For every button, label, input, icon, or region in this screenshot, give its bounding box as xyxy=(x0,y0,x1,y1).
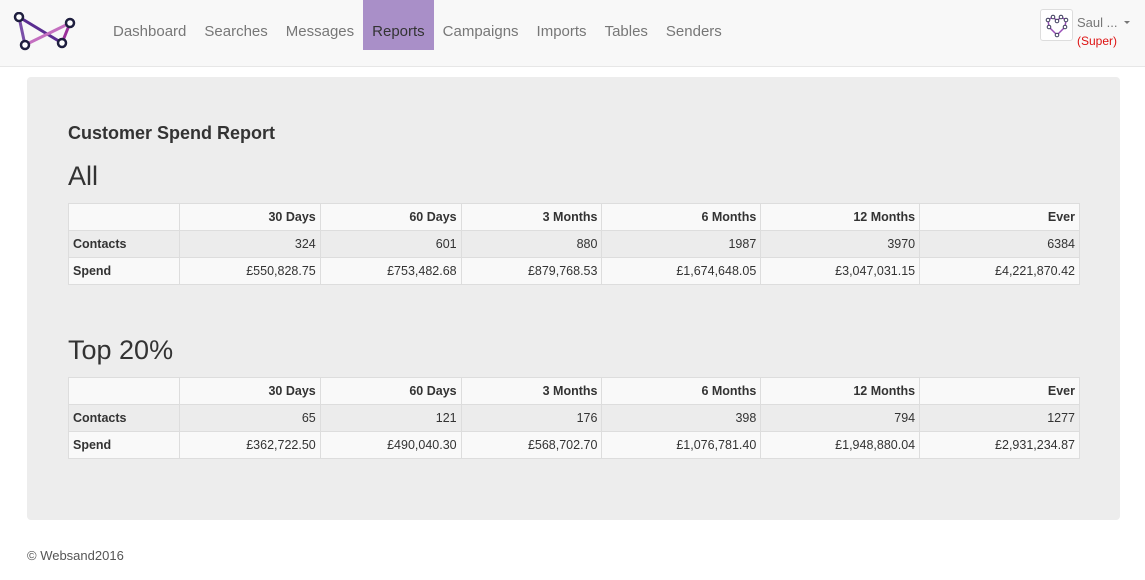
row-label: Spend xyxy=(68,257,180,285)
row-label: Contacts xyxy=(68,404,180,432)
section-title-top-20: Top 20% xyxy=(68,335,174,365)
table-cell: £568,702.70 xyxy=(460,431,603,459)
table-cell: 121 xyxy=(319,404,462,432)
table-cell: 601 xyxy=(319,230,462,258)
user-role: (Super) xyxy=(1077,34,1118,48)
column-header: 30 Days xyxy=(178,377,321,405)
column-header: 60 Days xyxy=(319,203,462,231)
column-header: Ever xyxy=(919,377,1080,405)
caret-down-icon[interactable] xyxy=(1124,21,1130,24)
column-header: 30 Days xyxy=(178,203,321,231)
table-cell: £879,768.53 xyxy=(460,257,603,285)
table-cell: 324 xyxy=(178,230,321,258)
report-table-all: 30 Days 60 Days 3 Months 6 Months 12 Mon… xyxy=(68,203,1080,285)
navbar: Dashboard Searches Messages Reports Camp… xyxy=(0,0,1145,67)
page-title: Customer Spend Report xyxy=(68,123,276,143)
column-header xyxy=(68,203,180,231)
table-cell: 6384 xyxy=(919,230,1080,258)
footer-copyright: © Websand2016 xyxy=(27,548,124,563)
table-cell: 1987 xyxy=(601,230,762,258)
table-cell: £4,221,870.42 xyxy=(919,257,1080,285)
table-row: Spend £362,722.50 £490,040.30 £568,702.7… xyxy=(68,431,1080,459)
brand-logo[interactable] xyxy=(12,11,78,52)
table-cell: £1,674,648.05 xyxy=(601,257,762,285)
table-cell: 65 xyxy=(178,404,321,432)
column-header xyxy=(68,377,180,405)
table-cell: £362,722.50 xyxy=(178,431,321,459)
column-header: 12 Months xyxy=(760,377,921,405)
table-header-row: 30 Days 60 Days 3 Months 6 Months 12 Mon… xyxy=(68,377,1080,405)
nav-tables[interactable]: Tables xyxy=(596,0,657,50)
report-table-top-20: 30 Days 60 Days 3 Months 6 Months 12 Mon… xyxy=(68,377,1080,459)
user-name[interactable]: Saul ... xyxy=(1077,15,1117,30)
row-label: Spend xyxy=(68,431,180,459)
table-cell: 3970 xyxy=(760,230,921,258)
table-header-row: 30 Days 60 Days 3 Months 6 Months 12 Mon… xyxy=(68,203,1080,231)
report-panel: Customer Spend Report All 30 Days 60 Day… xyxy=(27,77,1120,520)
logo-icon xyxy=(13,11,76,51)
nav-dashboard[interactable]: Dashboard xyxy=(104,0,195,50)
main-nav: Dashboard Searches Messages Reports Camp… xyxy=(104,0,731,50)
section-title-all: All xyxy=(68,161,99,191)
table-cell: £3,047,031.15 xyxy=(760,257,921,285)
table-row: Contacts 324 601 880 1987 3970 6384 xyxy=(68,230,1080,258)
table-cell: £490,040.30 xyxy=(319,431,462,459)
table-cell: £550,828.75 xyxy=(178,257,321,285)
nav-campaigns[interactable]: Campaigns xyxy=(434,0,528,50)
nav-reports[interactable]: Reports xyxy=(363,0,434,50)
table-cell: 176 xyxy=(460,404,603,432)
row-label: Contacts xyxy=(68,230,180,258)
column-header: 60 Days xyxy=(319,377,462,405)
avatar[interactable] xyxy=(1040,9,1073,41)
table-row: Contacts 65 121 176 398 794 1277 xyxy=(68,404,1080,432)
table-row: Spend £550,828.75 £753,482.68 £879,768.5… xyxy=(68,257,1080,285)
table-cell: £1,948,880.04 xyxy=(760,431,921,459)
column-header: 6 Months xyxy=(601,203,762,231)
table-cell: 794 xyxy=(760,404,921,432)
table-cell: £2,931,234.87 xyxy=(919,431,1080,459)
table-cell: £753,482.68 xyxy=(319,257,462,285)
heart-network-icon xyxy=(1045,14,1069,38)
column-header: 12 Months xyxy=(760,203,921,231)
table-cell: 398 xyxy=(601,404,762,432)
table-cell: 1277 xyxy=(919,404,1080,432)
column-header: 3 Months xyxy=(460,203,603,231)
column-header: Ever xyxy=(919,203,1080,231)
column-header: 6 Months xyxy=(601,377,762,405)
nav-messages[interactable]: Messages xyxy=(277,0,363,50)
nav-imports[interactable]: Imports xyxy=(528,0,596,50)
table-cell: 880 xyxy=(460,230,603,258)
nav-senders[interactable]: Senders xyxy=(657,0,731,50)
table-cell: £1,076,781.40 xyxy=(601,431,762,459)
column-header: 3 Months xyxy=(460,377,603,405)
nav-searches[interactable]: Searches xyxy=(195,0,276,50)
